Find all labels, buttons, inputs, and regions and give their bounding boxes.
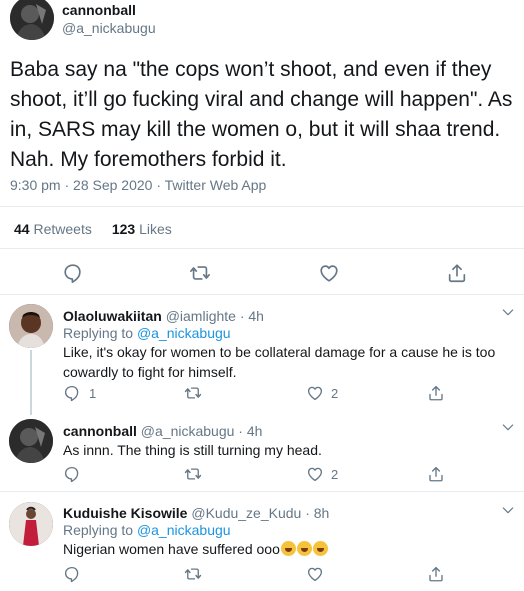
like-icon[interactable] xyxy=(306,384,324,402)
avatar[interactable] xyxy=(9,304,53,348)
divider xyxy=(0,248,524,249)
reply-text-line: Nigerian women have suffered ooo xyxy=(63,539,503,559)
retweets-count: 44 xyxy=(14,221,30,237)
avatar[interactable] xyxy=(10,0,54,40)
like-icon[interactable] xyxy=(318,262,340,284)
reply-tweet[interactable]: Olaoluwakiitan @iamlighte · 4h Replying … xyxy=(0,294,524,409)
reply-icon[interactable] xyxy=(63,384,81,402)
author-name[interactable]: Olaoluwakiitan xyxy=(63,308,162,324)
retweet-icon[interactable] xyxy=(184,565,202,583)
avatar[interactable] xyxy=(9,502,53,546)
reply-icon[interactable] xyxy=(62,262,84,284)
reply-tweet[interactable]: cannonball @a_nickabugu · 4h As innn. Th… xyxy=(0,409,524,492)
retweets-label: Retweets xyxy=(33,221,92,237)
crying-face-emoji xyxy=(312,541,328,556)
tweet-timestamp[interactable]: 9:30 pm · 28 Sep 2020 · Twitter Web App xyxy=(10,177,266,193)
reply-icon[interactable] xyxy=(63,565,81,583)
share-icon[interactable] xyxy=(446,262,468,284)
replying-label: Replying to xyxy=(63,325,134,341)
crying-face-emoji xyxy=(280,541,296,556)
like-icon[interactable] xyxy=(306,565,324,583)
replying-to-link[interactable]: @a_nickabugu xyxy=(137,325,231,341)
thread-line xyxy=(30,409,32,415)
replying-to-link[interactable]: @a_nickabugu xyxy=(137,522,231,538)
chevron-down-icon[interactable] xyxy=(500,419,516,435)
crying-face-emoji xyxy=(296,541,312,556)
tweet-stats: 44 Retweets 123 Likes xyxy=(14,221,172,237)
author-handle[interactable]: @a_nickabugu xyxy=(62,20,156,36)
reply-text: As innn. The thing is still turning my h… xyxy=(63,442,322,458)
likes-stat[interactable]: 123 Likes xyxy=(112,221,172,237)
chevron-down-icon[interactable] xyxy=(500,502,516,518)
reply-text: Nigerian women have suffered ooo xyxy=(63,541,280,557)
author-handle[interactable]: @iamlighte · 4h xyxy=(166,308,264,324)
likes-label: Likes xyxy=(139,221,172,237)
thread-line xyxy=(30,350,32,409)
divider xyxy=(0,206,524,207)
share-icon[interactable] xyxy=(427,384,445,402)
tweet-actions xyxy=(0,262,524,284)
reply-icon[interactable] xyxy=(63,465,81,483)
author-handle[interactable]: @a_nickabugu · 4h xyxy=(141,423,263,439)
chevron-down-icon[interactable] xyxy=(500,304,516,320)
retweet-icon[interactable] xyxy=(184,384,202,402)
like-count: 2 xyxy=(331,386,339,401)
retweets-stat[interactable]: 44 Retweets xyxy=(14,221,92,237)
author-name[interactable]: cannonball xyxy=(62,2,156,18)
retweet-icon[interactable] xyxy=(184,465,202,483)
author-name[interactable]: Kuduishe Kisowile xyxy=(63,505,187,521)
like-count: 2 xyxy=(331,467,339,482)
share-icon[interactable] xyxy=(427,465,445,483)
author-name[interactable]: cannonball xyxy=(63,423,137,439)
reply-tweet[interactable]: Kuduishe Kisowile @Kudu_ze_Kudu · 8h Rep… xyxy=(0,492,524,591)
share-icon[interactable] xyxy=(427,565,445,583)
reply-count: 1 xyxy=(89,386,97,401)
avatar[interactable] xyxy=(9,419,53,463)
reply-text: Like, it's okay for women to be collater… xyxy=(63,344,496,380)
like-icon[interactable] xyxy=(306,465,324,483)
replying-label: Replying to xyxy=(63,522,134,538)
author-handle[interactable]: @Kudu_ze_Kudu · 8h xyxy=(191,505,329,521)
retweet-icon[interactable] xyxy=(189,262,211,284)
likes-count: 123 xyxy=(111,221,136,237)
tweet-text: Baba say na "the cops won’t shoot, and e… xyxy=(10,58,513,171)
